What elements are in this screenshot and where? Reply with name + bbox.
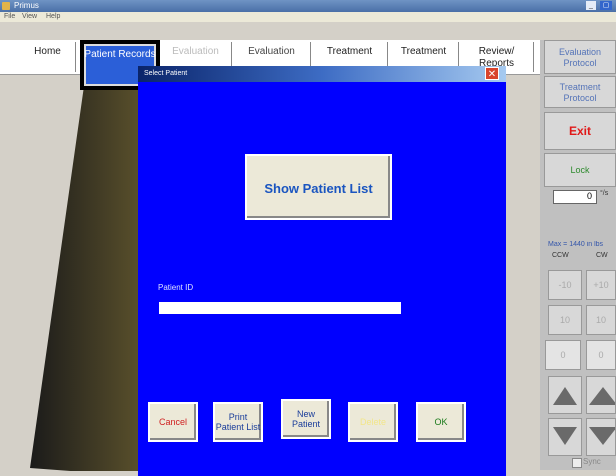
ok-button[interactable]: OK [416, 402, 466, 442]
treatment-protocol-button[interactable]: Treatment Protocol [544, 76, 616, 108]
sync-checkbox[interactable] [572, 458, 582, 468]
up-arrow-button[interactable] [548, 376, 582, 414]
cancel-button[interactable]: Cancel [148, 402, 198, 442]
triangle-up-icon [553, 387, 577, 405]
cw-value-field[interactable]: 0 [586, 340, 616, 370]
patient-id-label: Patient ID [158, 283, 194, 292]
plus10-button[interactable]: +10 [586, 270, 616, 300]
ccw-value-field[interactable]: 0 [545, 340, 581, 370]
new-patient-button[interactable]: New Patient [281, 399, 331, 439]
dialog-title-bar: Select Patient [138, 66, 506, 82]
triangle-down-icon [589, 427, 616, 445]
speed-readout: 0 [553, 190, 597, 204]
dialog-title: Select Patient [144, 70, 188, 77]
down-arrow-button-2[interactable] [586, 418, 616, 456]
max-torque-label: Max = 1440 in lbs [548, 241, 604, 248]
dialog-close-icon[interactable]: ✕ [485, 67, 499, 80]
delete-button[interactable]: Delete [348, 402, 398, 442]
cw-10-button[interactable]: 10 [586, 305, 616, 335]
lock-button[interactable]: Lock [544, 153, 616, 187]
cw-label: CW [596, 252, 608, 259]
patient-id-input[interactable] [159, 302, 401, 314]
triangle-up-icon [589, 387, 616, 405]
exit-button[interactable]: Exit [544, 112, 616, 150]
down-arrow-button[interactable] [548, 418, 582, 456]
speed-unit: °/s [600, 190, 609, 197]
minus10-button[interactable]: -10 [548, 270, 582, 300]
triangle-down-icon [553, 427, 577, 445]
ccw-10-button[interactable]: 10 [548, 305, 582, 335]
show-patient-list-button[interactable]: Show Patient List [245, 154, 392, 220]
print-patient-list-button[interactable]: Print Patient List [213, 402, 263, 442]
up-arrow-button-2[interactable] [586, 376, 616, 414]
sync-label: Sync [583, 457, 601, 466]
evaluation-protocol-button[interactable]: Evaluation Protocol [544, 40, 616, 74]
ccw-label: CCW [552, 252, 569, 259]
